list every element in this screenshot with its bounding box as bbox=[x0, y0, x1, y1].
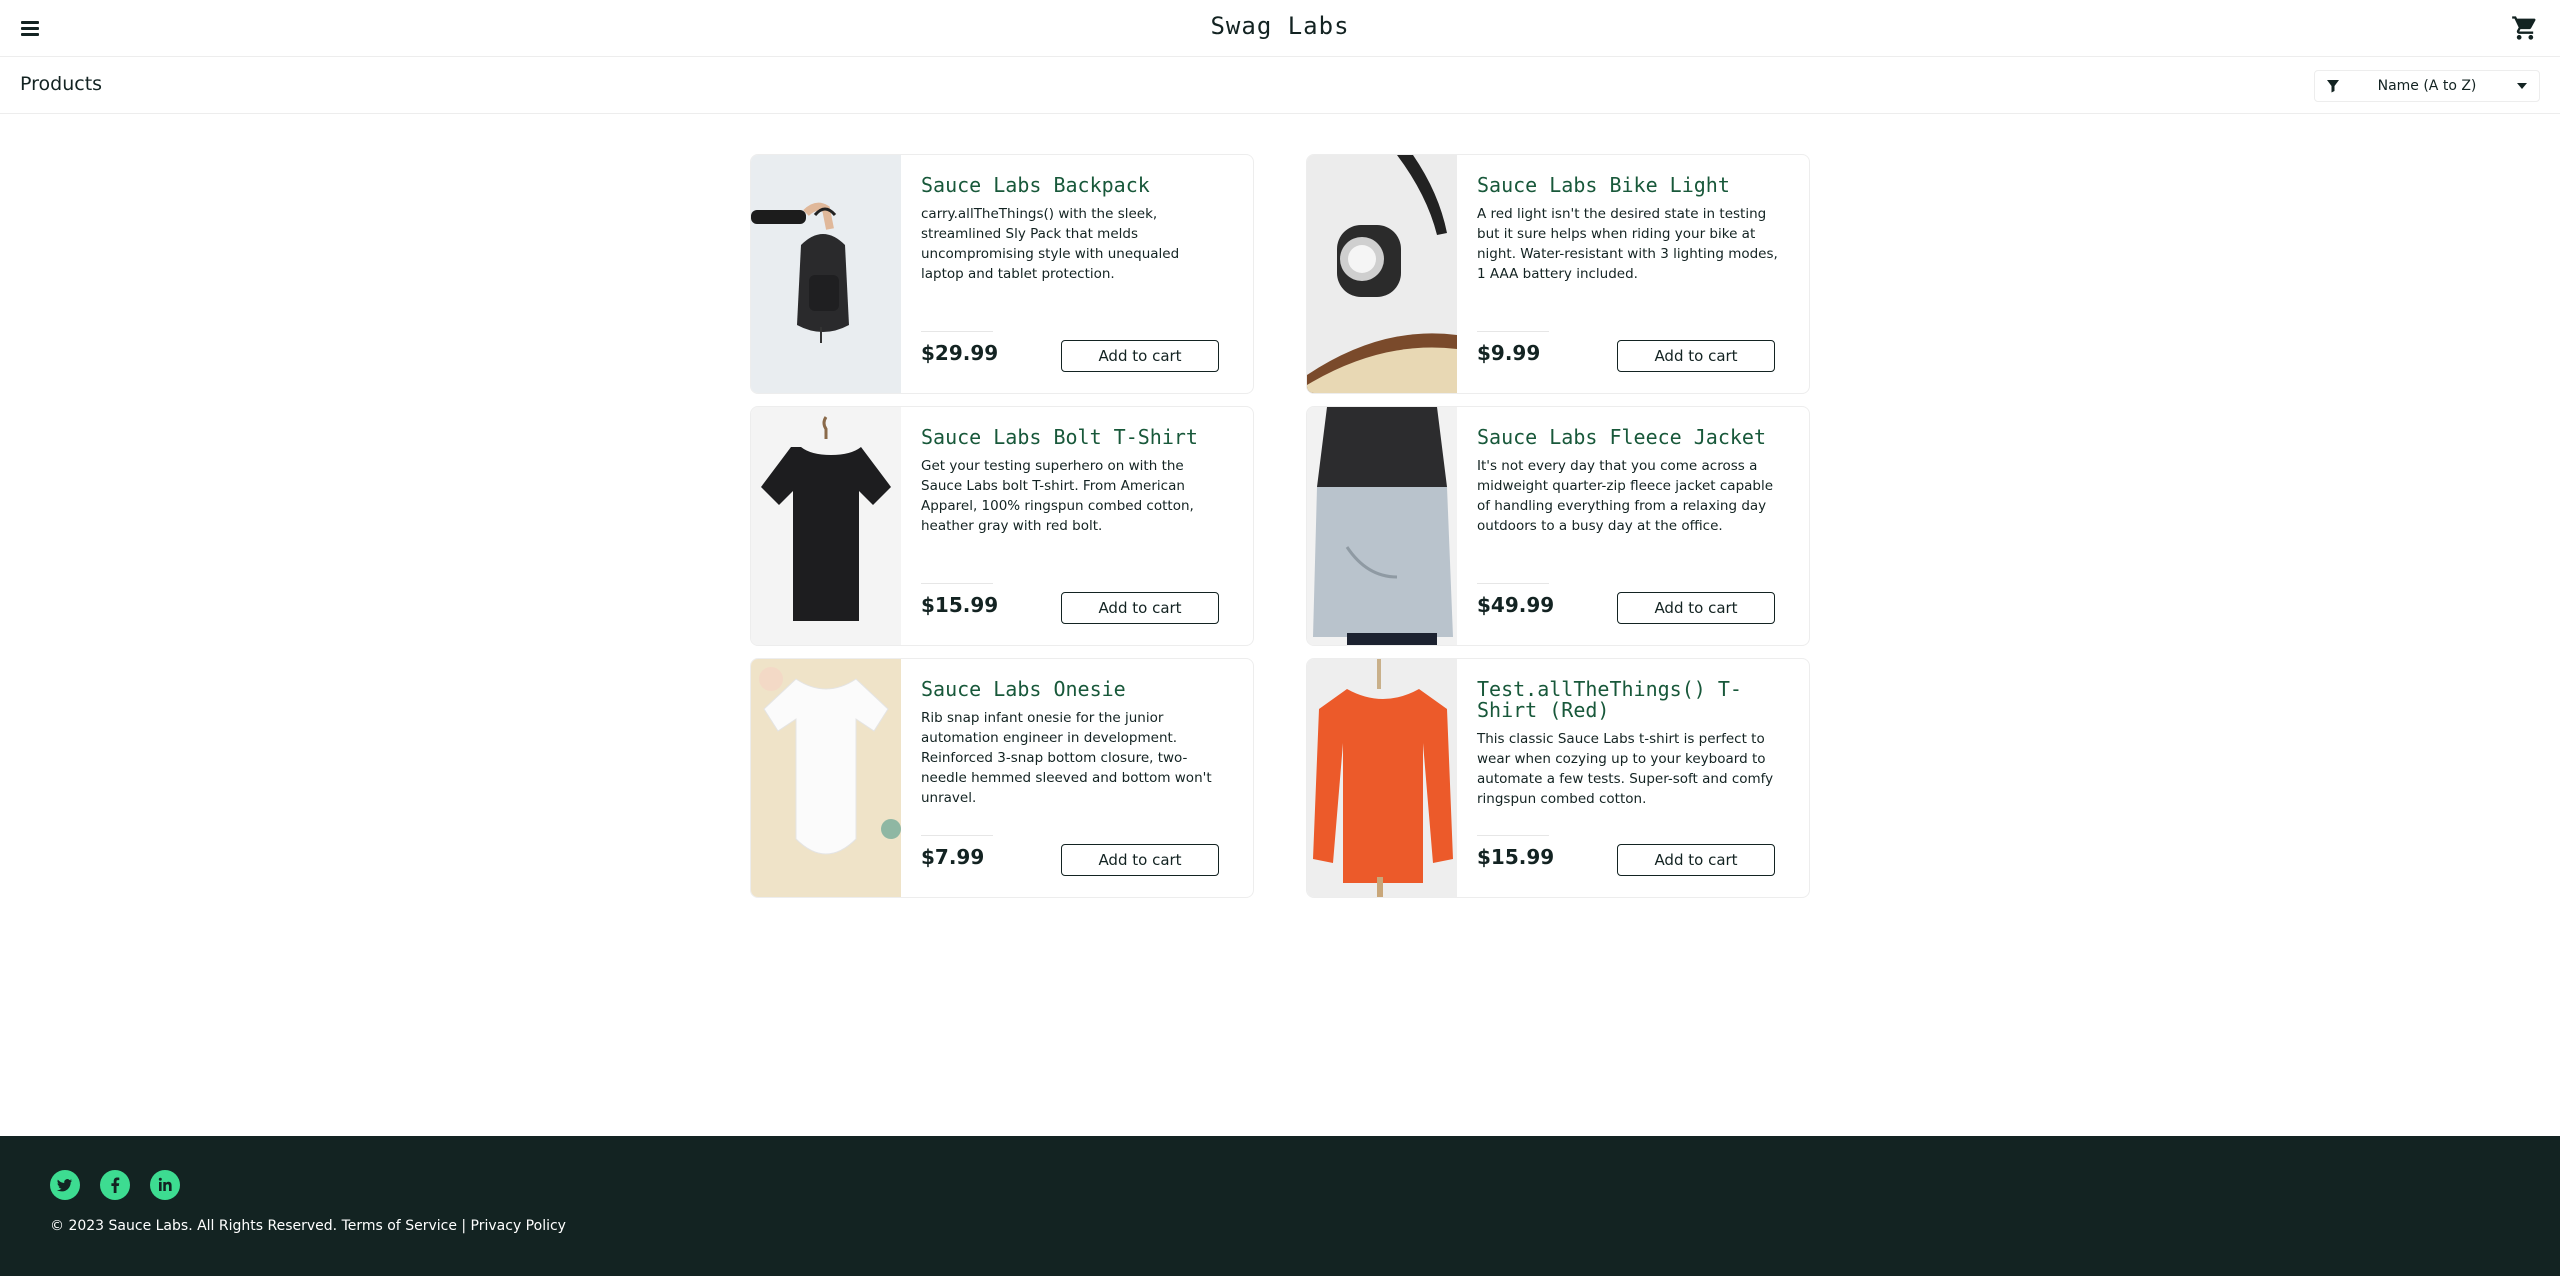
primary-header: Swag Labs bbox=[0, 0, 2560, 57]
add-to-cart-button[interactable]: Add to cart bbox=[1617, 592, 1775, 624]
product-description: Get your testing superhero on with the S… bbox=[921, 458, 1194, 534]
price-divider bbox=[1477, 331, 1549, 332]
product-price: $7.99 bbox=[921, 845, 985, 869]
product-image-bike-light[interactable] bbox=[1307, 155, 1457, 393]
inventory-item: Sauce Labs Fleece Jacket It's not every … bbox=[1306, 406, 1810, 646]
product-name[interactable]: Sauce Labs Fleece Jacket bbox=[1477, 427, 1781, 448]
add-to-cart-button[interactable]: Add to cart bbox=[1617, 844, 1775, 876]
price-divider bbox=[921, 583, 993, 584]
product-name[interactable]: Sauce Labs Bike Light bbox=[1477, 175, 1781, 196]
add-to-cart-button[interactable]: Add to cart bbox=[1061, 844, 1219, 876]
product-name[interactable]: Sauce Labs Onesie bbox=[921, 679, 1225, 700]
product-name[interactable]: Sauce Labs Bolt T-Shirt bbox=[921, 427, 1225, 448]
product-description: It's not every day that you come across … bbox=[1477, 458, 1774, 534]
product-image-bolt-tshirt[interactable] bbox=[751, 407, 901, 645]
twitter-icon[interactable] bbox=[50, 1170, 80, 1200]
price-divider bbox=[1477, 583, 1549, 584]
social-links bbox=[50, 1170, 180, 1200]
footer: © 2023 Sauce Labs. All Rights Reserved. … bbox=[0, 1136, 2560, 1276]
product-price: $15.99 bbox=[921, 593, 999, 617]
inventory-item: Sauce Labs Backpack carry.allTheThings()… bbox=[750, 154, 1254, 394]
facebook-icon[interactable] bbox=[100, 1170, 130, 1200]
product-price: $15.99 bbox=[1477, 845, 1555, 869]
product-name[interactable]: Sauce Labs Backpack bbox=[921, 175, 1225, 196]
price-divider bbox=[921, 331, 993, 332]
page-title: Products bbox=[20, 73, 103, 95]
product-sort-select[interactable]: Name (A to Z) bbox=[2314, 70, 2540, 102]
inventory-item: Test.allTheThings() T-Shirt (Red) This c… bbox=[1306, 658, 1810, 898]
inventory-list: Sauce Labs Backpack carry.allTheThings()… bbox=[750, 154, 1810, 898]
inventory-item: Sauce Labs Onesie Rib snap infant onesie… bbox=[750, 658, 1254, 898]
product-name[interactable]: Test.allTheThings() T-Shirt (Red) bbox=[1477, 679, 1781, 721]
product-description: Rib snap infant onesie for the junior au… bbox=[921, 710, 1212, 806]
add-to-cart-button[interactable]: Add to cart bbox=[1061, 592, 1219, 624]
product-description: This classic Sauce Labs t-shirt is perfe… bbox=[1477, 731, 1774, 807]
product-price: $29.99 bbox=[921, 341, 999, 365]
price-divider bbox=[921, 835, 993, 836]
sort-selected-value: Name (A to Z) bbox=[2377, 78, 2477, 94]
product-description: A red light isn't the desired state in t… bbox=[1477, 206, 1778, 282]
product-image-backpack[interactable] bbox=[751, 155, 901, 393]
inventory-item: Sauce Labs Bike Light A red light isn't … bbox=[1306, 154, 1810, 394]
product-price: $49.99 bbox=[1477, 593, 1555, 617]
secondary-header: Products Name (A to Z) bbox=[0, 57, 2560, 114]
product-image-red-tshirt[interactable] bbox=[1307, 659, 1457, 897]
app-logo: Swag Labs bbox=[1210, 12, 1350, 40]
product-image-fleece-jacket[interactable] bbox=[1307, 407, 1457, 645]
add-to-cart-button[interactable]: Add to cart bbox=[1617, 340, 1775, 372]
shopping-cart-icon[interactable] bbox=[2510, 14, 2540, 42]
inventory-item: Sauce Labs Bolt T-Shirt Get your testing… bbox=[750, 406, 1254, 646]
product-price: $9.99 bbox=[1477, 341, 1541, 365]
product-image-onesie[interactable] bbox=[751, 659, 901, 897]
product-description: carry.allTheThings() with the sleek, str… bbox=[921, 206, 1180, 282]
price-divider bbox=[1477, 835, 1549, 836]
linkedin-icon[interactable] bbox=[150, 1170, 180, 1200]
copyright-text: © 2023 Sauce Labs. All Rights Reserved. … bbox=[50, 1218, 566, 1234]
chevron-down-icon bbox=[2517, 83, 2527, 89]
add-to-cart-button[interactable]: Add to cart bbox=[1061, 340, 1219, 372]
